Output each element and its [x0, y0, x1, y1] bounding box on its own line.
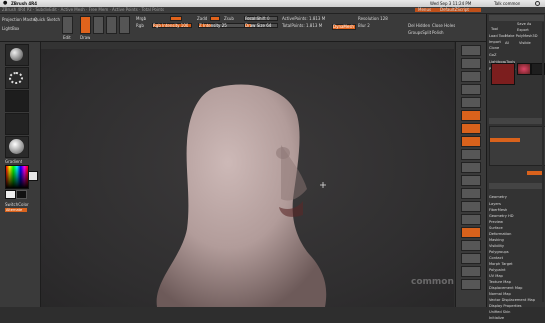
scale-view-button[interactable]	[461, 201, 481, 212]
sculpt-model[interactable]	[41, 49, 454, 307]
projection-master-button[interactable]: Projection Master	[2, 17, 37, 22]
bpr-button[interactable]	[461, 45, 481, 56]
default-zscript[interactable]: DefaultZScript	[440, 7, 469, 12]
material-sphere-icon	[9, 139, 24, 154]
tool-thumbnail-alt[interactable]	[517, 63, 531, 75]
del-hidden-button[interactable]: Del Hidden	[408, 23, 430, 28]
switch-color-button[interactable]: SwitchColor	[5, 202, 29, 207]
gradient-label: Gradient	[5, 159, 23, 164]
stroke-thumbnail[interactable]	[5, 67, 29, 89]
z-intensity-label: Z Intensity 25	[199, 23, 227, 28]
move-view-button[interactable]	[461, 188, 481, 199]
m-button[interactable]	[170, 16, 182, 21]
rgb-button[interactable]: Rgb	[136, 23, 144, 28]
draw-size-label: Draw Size 64	[245, 23, 272, 28]
persp-button[interactable]	[461, 110, 481, 121]
focal-shift-label: Focal Shift 0	[245, 16, 270, 21]
mac-menubar: ● ZBrush 4R4 Wed Sep 3 11:24 PM Talk com…	[0, 0, 545, 7]
local-button[interactable]	[461, 136, 481, 147]
document-canvas[interactable]: common WORKSHOP	[41, 49, 517, 307]
clock[interactable]: Wed Sep 3 11:24 PM	[430, 1, 471, 6]
edit-label: Edit	[63, 35, 71, 40]
apple-icon[interactable]: ●	[3, 1, 8, 6]
draw-label: Draw	[80, 35, 91, 40]
color-picker[interactable]	[5, 165, 29, 189]
dots-stroke-icon	[9, 72, 23, 84]
polish-button[interactable]: Polish	[432, 30, 444, 35]
unified-skin-label: Unified Skin	[489, 310, 511, 314]
subtool-section[interactable]: SubTool	[489, 118, 544, 134]
top-shelf: Projection Master LightBox Quick Sketch …	[0, 14, 545, 42]
dynamesh-label: DynaMesh	[333, 24, 354, 29]
tool-thumbnail-current[interactable]	[491, 63, 515, 85]
alpha-thumbnail[interactable]	[5, 90, 29, 112]
quick-sketch-button[interactable]: Quick Sketch	[34, 17, 60, 22]
total-points-readout: TotalPoints: 1.813 M	[282, 23, 323, 28]
frame-button[interactable]	[461, 175, 481, 186]
app-name[interactable]: ZBrush 4R4	[11, 1, 37, 6]
primary-color[interactable]	[5, 190, 16, 199]
subtool-list[interactable]	[489, 126, 545, 166]
brush-thumbnail[interactable]	[5, 44, 29, 66]
subtool-slider[interactable]	[527, 171, 543, 175]
actual-button[interactable]	[461, 97, 481, 108]
save-as-button[interactable]: Save As	[517, 22, 531, 27]
search-icon[interactable]	[535, 1, 540, 6]
resolution-slider[interactable]: Resolution 128	[358, 16, 388, 21]
zsub-button[interactable]: Zsub	[224, 16, 234, 21]
canvas-header	[41, 42, 454, 49]
initialize-section[interactable]: Initialize	[489, 304, 544, 320]
left-shelf: Gradient SwitchColor Alternate	[0, 42, 41, 307]
lsym-button[interactable]	[461, 149, 481, 160]
all-button[interactable]: All	[505, 41, 509, 46]
material-thumbnail[interactable]	[5, 136, 29, 158]
active-points-readout: ActivePoints: 1.813 M	[282, 16, 326, 21]
mrgb-button[interactable]: Mrgb	[136, 16, 146, 21]
make-polymesh-button[interactable]: Make PolyMesh3D	[505, 34, 538, 39]
tool-palette-header[interactable]: Tool	[489, 15, 544, 31]
rotate-view-button[interactable]	[461, 214, 481, 225]
solo-button[interactable]	[461, 266, 481, 277]
menus-label: Menus	[418, 7, 432, 12]
texture-thumbnail[interactable]	[5, 113, 29, 135]
head-sculpt-mesh	[156, 84, 327, 307]
right-shelf	[455, 42, 486, 307]
zadd-button[interactable]: Zadd	[197, 16, 207, 21]
draw-cursor	[320, 182, 326, 188]
initialize-label: Initialize	[489, 316, 505, 320]
zbrush-title-info: ZBrush 4R4 P2 · SubdivEdit · Active Mesh…	[2, 7, 165, 12]
secondary-color[interactable]	[16, 190, 27, 199]
polyf-button[interactable]	[461, 227, 481, 238]
close-holes-button[interactable]: Close Holes	[432, 23, 455, 28]
tool-palette: Tool Load Tool Save As Import Export Clone…	[486, 14, 545, 320]
main-color-swatch[interactable]	[28, 171, 38, 181]
draw-button[interactable]	[80, 16, 91, 34]
export-button[interactable]: Export	[517, 28, 529, 33]
tool-scrollbar[interactable]	[542, 22, 544, 302]
blur-slider[interactable]: Blur 2	[358, 23, 370, 28]
move-button[interactable]	[93, 16, 104, 34]
xpose-button[interactable]	[461, 279, 481, 290]
user-name[interactable]: Talk common	[494, 1, 520, 6]
rotate-button[interactable]	[119, 16, 130, 34]
geometry-section[interactable]: Geometry	[489, 183, 544, 199]
rgb-intensity-label: Rgb Intensity 100	[153, 23, 189, 28]
brush-sphere-icon	[10, 48, 23, 61]
scroll-button[interactable]	[461, 71, 481, 82]
scale-button[interactable]	[106, 16, 117, 34]
xyz-button[interactable]	[461, 162, 481, 173]
alternate-label: Alternate	[6, 208, 23, 212]
eye-socket	[276, 147, 290, 159]
subtool-selected-slot[interactable]	[490, 138, 520, 142]
spix-button[interactable]	[461, 58, 481, 69]
floor-button[interactable]	[461, 123, 481, 134]
groups-split-button[interactable]: GroupsSplit	[408, 30, 431, 35]
visible-button[interactable]: Visible	[519, 41, 531, 46]
lightbox-button[interactable]: LightBox	[2, 26, 19, 31]
edit-button[interactable]	[62, 16, 73, 34]
ghost-button[interactable]	[461, 253, 481, 264]
zadd-toggle[interactable]	[210, 16, 220, 21]
transp-button[interactable]	[461, 240, 481, 251]
zoom-button[interactable]	[461, 84, 481, 95]
